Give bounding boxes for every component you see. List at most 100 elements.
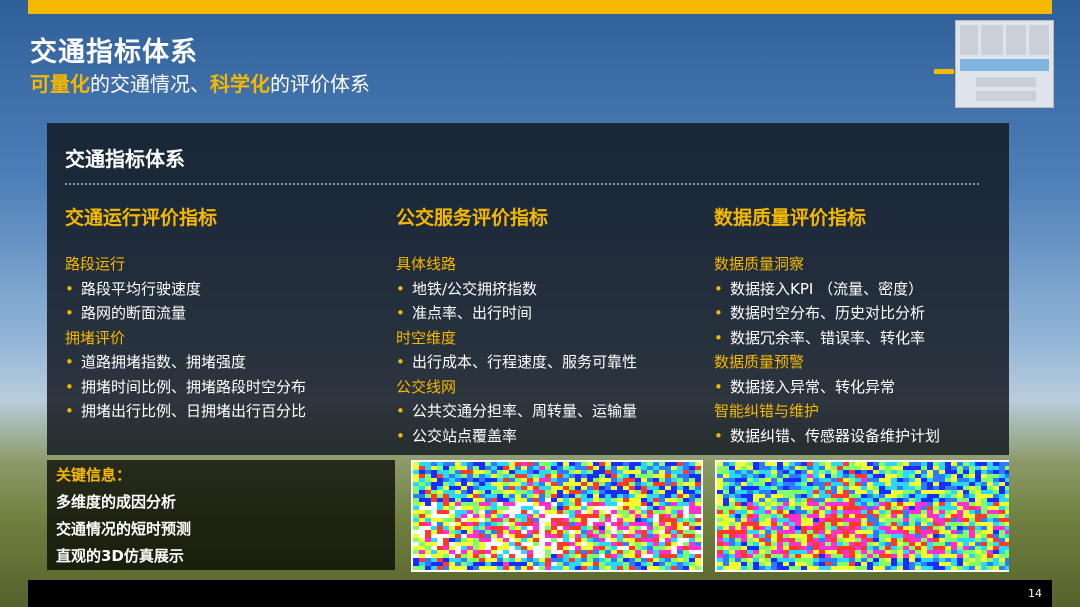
heatmap-cell [449,522,455,526]
heatmap-cell [867,502,873,506]
heatmap-cell [963,546,969,550]
heatmap-cell [807,482,813,486]
heatmap-cell [473,530,479,534]
heatmap-cell [629,506,635,510]
heatmap-cell [575,510,581,514]
heatmap-cell [723,542,729,546]
heatmap-cell [819,490,825,494]
heatmap-cell [449,514,455,518]
heatmap-cell [729,550,735,554]
heatmap-cell [735,530,741,534]
heatmap-cell [747,546,753,550]
heatmap-cell [629,562,635,566]
heatmap-cell [611,558,617,562]
heatmap-cell [659,518,665,522]
heatmap-cell [975,558,981,562]
heatmap-cell [747,502,753,506]
heatmap-cell [891,562,897,566]
heatmap-cell [479,482,485,486]
heatmap-cell [479,502,485,506]
heatmap-cell [759,534,765,538]
slide-thumbnail[interactable] [934,20,1054,108]
heatmap-cell [521,530,527,534]
heatmap-cell [783,462,789,466]
heatmap-cell [801,498,807,502]
heatmap-cell [753,478,759,482]
heatmap-cell [437,470,443,474]
heatmap-cell [419,562,425,566]
heatmap-cell [741,486,747,490]
list-item: 道路拥堵指数、拥堵强度 [65,350,306,375]
heatmap-cell [759,538,765,542]
heatmap-cell [963,474,969,478]
heatmap-cell [831,470,837,474]
heatmap-cell [629,518,635,522]
heatmap-cell [491,534,497,538]
heatmap-cell [753,494,759,498]
heatmap-cell [467,546,473,550]
heatmap-cell [921,474,927,478]
heatmap-cell [605,494,611,498]
heatmap-cell [981,498,987,502]
heatmap-cell [527,546,533,550]
heatmap-cell [653,498,659,502]
heatmap-cell [789,498,795,502]
heatmap-cell [843,506,849,510]
heatmap-cell [981,518,987,522]
heatmap-cell [753,550,759,554]
heatmap-cell [765,546,771,550]
heatmap-cell [665,474,671,478]
heatmap-cell [777,510,783,514]
heatmap-cell [759,474,765,478]
heatmap-cell [795,522,801,526]
heatmap-cell [741,462,747,466]
heatmap-cell [689,542,695,546]
heatmap-cell [473,498,479,502]
heatmap-cell [861,518,867,522]
heatmap-cell [891,518,897,522]
heatmap-cell [617,506,623,510]
heatmap-cell [837,538,843,542]
heatmap-cell [807,542,813,546]
heatmap-cell [891,490,897,494]
heatmap-cell [891,502,897,506]
heatmap-cell [473,478,479,482]
heatmap-cell [993,522,999,526]
heatmap-cell [897,546,903,550]
heatmap-cell [831,462,837,466]
heatmap-cell [641,462,647,466]
heatmap-cell [939,514,945,518]
heatmap-cell [617,514,623,518]
heatmap-cell [461,466,467,470]
heatmap-cell [533,550,539,554]
heatmap-cell [635,474,641,478]
heatmap-cell [891,474,897,478]
heatmap-cell [605,490,611,494]
heatmap-cell [413,466,419,470]
heatmap-cell [1005,494,1009,498]
heatmap-cell [819,542,825,546]
heatmap-cell [569,514,575,518]
heatmap-cell [915,554,921,558]
heatmap-cell [891,534,897,538]
heatmap-cell [653,466,659,470]
heatmap-cell [819,486,825,490]
heatmap-cell [623,526,629,530]
heatmap-cell [671,558,677,562]
heatmap-cell [437,474,443,478]
heatmap-cell [419,478,425,482]
heatmap-cell [425,486,431,490]
heatmap-cell [909,542,915,546]
heatmap-cell [551,466,557,470]
heatmap-cell [563,494,569,498]
heatmap-cell [533,478,539,482]
heatmap-cell [999,498,1005,502]
heatmap-cell [425,546,431,550]
heatmap-cell [759,506,765,510]
heatmap-cell [599,562,605,566]
heatmap-cell [419,502,425,506]
heatmap-cell [527,558,533,562]
heatmap-cell [581,530,587,534]
heatmap-cell [759,478,765,482]
heatmap-cell [671,482,677,486]
